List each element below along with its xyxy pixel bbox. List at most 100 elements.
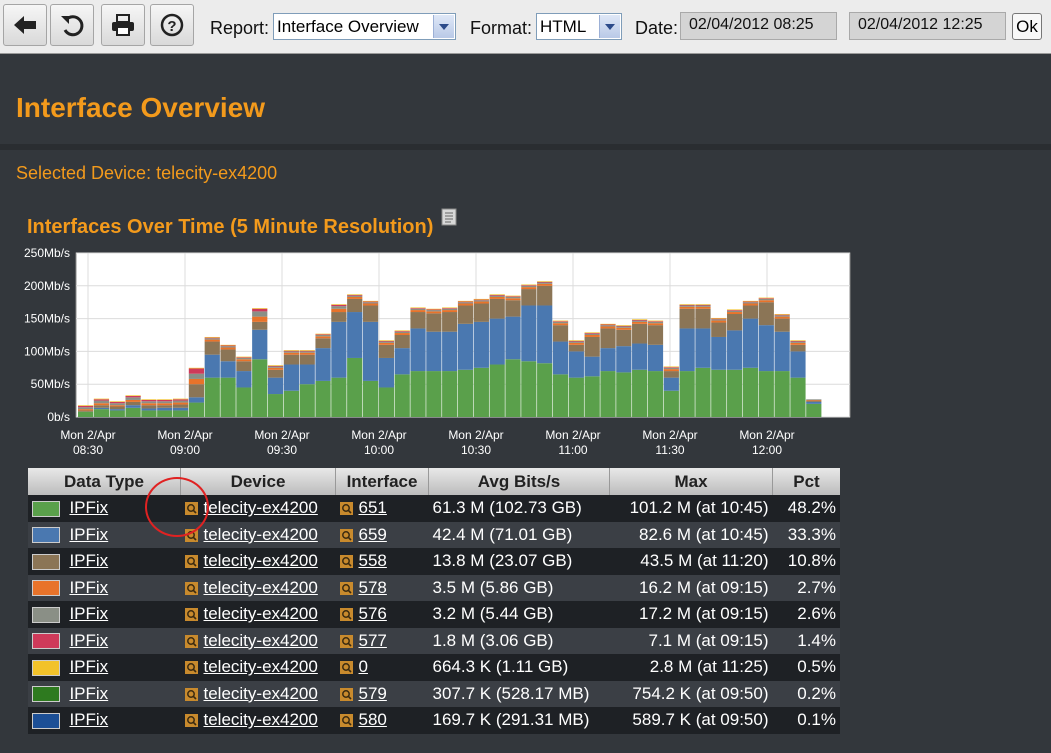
header-interface[interactable]: Interface [335,468,429,495]
chart-bar-576 [283,351,300,353]
interface-link[interactable]: 558 [359,551,387,570]
chart-bar-0 [78,405,94,406]
date-start-input[interactable]: 02/04/2012 08:25 [680,12,837,40]
chart-bar-651 [315,380,331,417]
series-color-swatch [32,686,60,703]
data-type-link[interactable]: IPFix [69,631,108,650]
chart-bar-578 [331,308,347,313]
search-icon[interactable] [339,608,353,622]
chart-bar-558 [362,305,379,322]
chart-bar-558 [331,312,347,322]
chart-bar-651 [188,402,205,417]
interface-link[interactable]: 651 [359,498,387,517]
format-select[interactable]: HTML [536,13,622,40]
table-row: IPFix telecity-ex4200 0 664.3 K (1.11 GB) 2.… [28,654,840,681]
chart-bar-558 [679,308,695,329]
chart-bar-576 [505,296,521,299]
header-pct[interactable]: Pct [772,468,840,495]
chart-bar-558 [537,285,553,306]
search-icon[interactable] [339,581,353,595]
chart-bar-576 [552,321,569,324]
chart-bar-651 [552,374,569,417]
chart-bar-0 [647,320,664,322]
search-icon[interactable] [339,661,353,675]
y-tick-label: 50Mb/s [31,377,70,391]
chart-bar-558 [299,354,315,365]
device-link[interactable]: telecity-ex4200 [204,525,318,544]
interface-link[interactable]: 659 [359,525,387,544]
cell-data-type: IPFix [28,707,181,734]
device-link[interactable]: telecity-ex4200 [204,657,318,676]
search-icon[interactable] [184,634,198,648]
interface-link[interactable]: 579 [359,684,387,703]
chart-bar-659 [600,348,616,372]
interface-link[interactable]: 577 [359,631,387,650]
chart-bar-577 [774,314,790,316]
chart-bar-578 [172,402,189,405]
interface-link[interactable]: 0 [359,657,368,676]
interface-link[interactable]: 578 [359,578,387,597]
data-type-link[interactable]: IPFix [69,578,108,597]
report-select[interactable]: Interface Overview [273,13,456,40]
back-button[interactable] [3,4,47,46]
search-icon[interactable] [184,714,198,728]
cell-pct: 2.6% [772,601,840,628]
header-avg-bits[interactable]: Avg Bits/s [428,468,610,495]
search-icon[interactable] [339,528,353,542]
search-icon[interactable] [184,608,198,622]
search-icon[interactable] [184,661,198,675]
chart-bar-578 [711,320,727,323]
cell-max: 2.8 M (at 11:25) [609,654,773,681]
device-link[interactable]: telecity-ex4200 [204,498,318,517]
device-link[interactable]: telecity-ex4200 [204,551,318,570]
data-type-link[interactable]: IPFix [69,684,108,703]
highlight-circle [145,477,209,537]
search-icon[interactable] [339,555,353,569]
data-type-link[interactable]: IPFix [69,498,108,517]
device-link[interactable]: telecity-ex4200 [204,604,318,623]
search-icon[interactable] [184,581,198,595]
chart-bar-576 [172,400,189,403]
data-type-link[interactable]: IPFix [69,604,108,623]
chart-bar-0 [695,304,711,305]
date-end-input[interactable]: 02/04/2012 12:25 [849,12,1006,40]
chart-bar-578 [505,298,521,301]
back-icon [14,16,36,34]
report-icon[interactable] [441,208,457,226]
interface-link[interactable]: 576 [359,604,387,623]
data-type-link[interactable]: IPFix [69,710,108,729]
chart-bar-659 [742,318,759,368]
search-icon[interactable] [339,502,353,516]
ok-button[interactable]: Ok [1012,13,1042,40]
header-max[interactable]: Max [609,468,773,495]
cell-data-type: IPFix [28,654,181,681]
refresh-button[interactable] [50,4,94,46]
chart-bar-659 [442,331,458,372]
search-icon[interactable] [184,687,198,701]
search-icon[interactable] [184,555,198,569]
chart-bar-578 [125,399,141,402]
data-type-link[interactable]: IPFix [69,551,108,570]
chart-bar-659 [727,330,743,370]
chart-bar-576 [600,325,616,327]
chart-bar-578 [141,403,157,406]
chart-bar-651 [806,403,822,417]
device-link[interactable]: telecity-ex4200 [204,631,318,650]
device-link[interactable]: telecity-ex4200 [204,710,318,729]
data-type-link[interactable]: IPFix [69,525,108,544]
chart-bar-659 [758,325,774,372]
search-icon[interactable] [339,634,353,648]
search-icon[interactable] [339,714,353,728]
chart-bar-578 [204,339,220,342]
chart-bar-651 [78,411,94,417]
chart-bar-576 [616,326,632,328]
chart-bar-578 [537,283,553,286]
interface-link[interactable]: 580 [359,710,387,729]
chart-bar-577 [489,294,505,296]
print-button[interactable] [101,4,145,46]
data-type-link[interactable]: IPFix [69,657,108,676]
device-link[interactable]: telecity-ex4200 [204,578,318,597]
search-icon[interactable] [339,687,353,701]
device-link[interactable]: telecity-ex4200 [204,684,318,703]
help-button[interactable]: ? [150,4,194,46]
